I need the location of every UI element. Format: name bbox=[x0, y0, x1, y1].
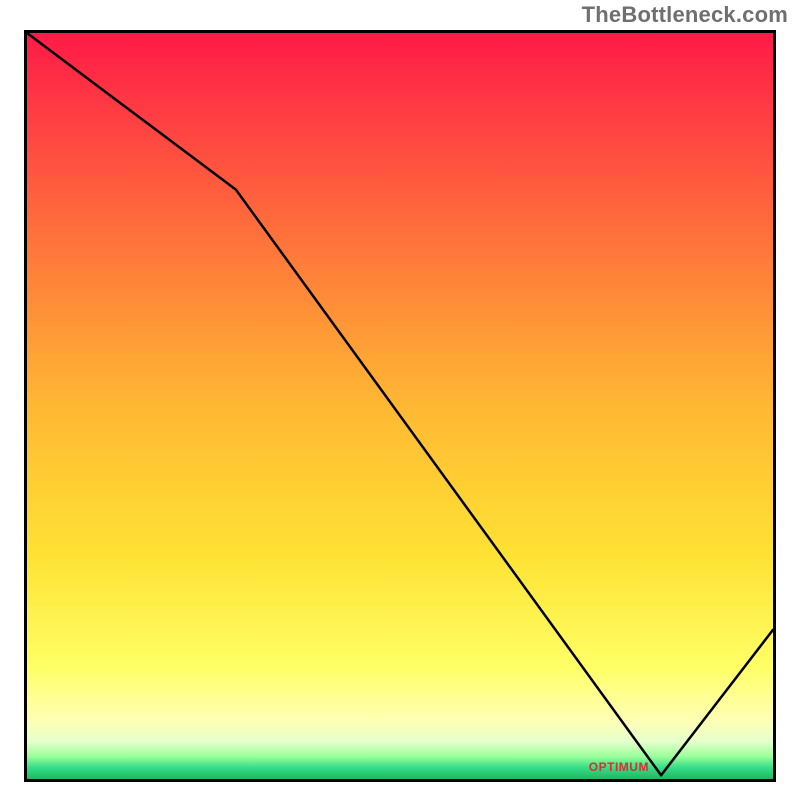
chart-container: TheBottleneck.com OPTIMUM bbox=[0, 0, 800, 800]
line-series bbox=[27, 33, 773, 779]
attribution-label: TheBottleneck.com bbox=[582, 2, 788, 28]
optimum-annotation: OPTIMUM bbox=[589, 760, 649, 774]
plot-area: OPTIMUM bbox=[24, 30, 776, 782]
